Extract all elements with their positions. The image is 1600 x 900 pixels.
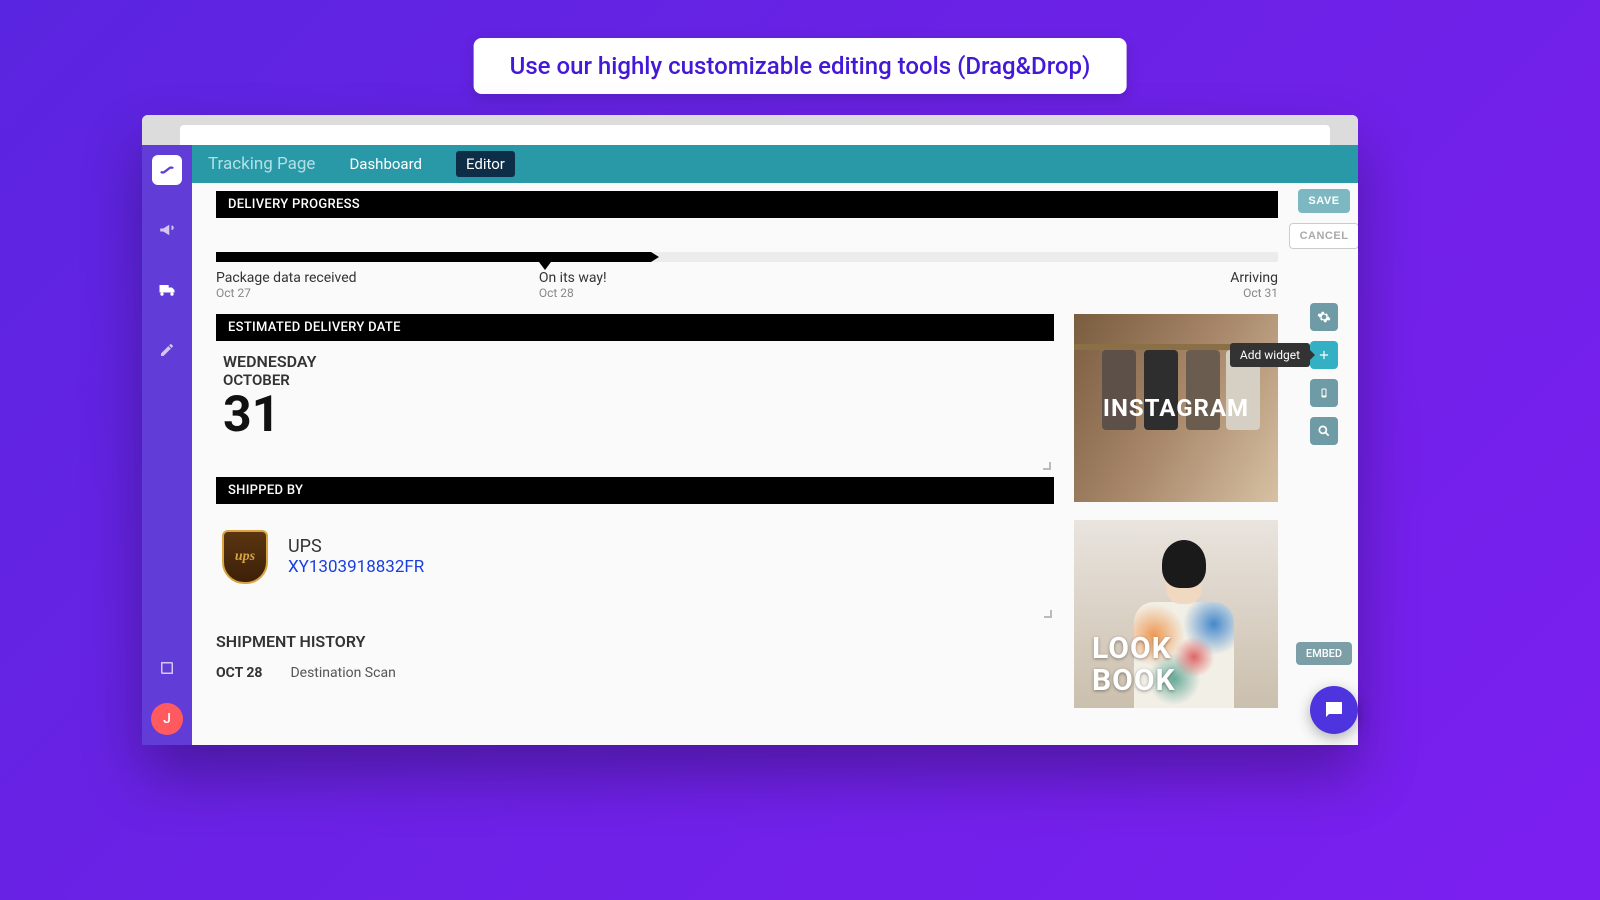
promo-banner: Use our highly customizable editing tool… <box>474 38 1127 94</box>
truck-icon[interactable] <box>152 275 182 305</box>
shipped-by-widget[interactable]: SHIPPED BY ups UPS XY1303918832FR <box>216 477 1054 620</box>
progress-bar <box>216 252 1278 264</box>
resize-handle-icon[interactable] <box>1043 462 1051 470</box>
app-window: J Tracking Page Dashboard Editor DELIVER… <box>142 115 1358 745</box>
instagram-promo-label: INSTAGRAM <box>1103 394 1249 422</box>
mobile-icon <box>1318 386 1330 400</box>
gear-icon <box>1317 310 1331 324</box>
editor-canvas[interactable]: DELIVERY PROGRESS Package data received … <box>192 183 1290 745</box>
delivery-progress-header: DELIVERY PROGRESS <box>216 191 1278 218</box>
plus-icon <box>1317 348 1331 362</box>
carrier-name: UPS <box>288 536 424 557</box>
intercom-chat-button[interactable] <box>1310 686 1358 734</box>
delivery-progress-widget[interactable]: DELIVERY PROGRESS Package data received … <box>216 191 1278 300</box>
shipment-history-header: SHIPMENT HISTORY <box>216 632 1054 651</box>
browser-tab[interactable] <box>180 125 1330 145</box>
cancel-button[interactable]: CANCEL <box>1289 223 1358 249</box>
history-row: OCT 28 Destination Scan <box>216 665 1054 681</box>
edd-day: 31 <box>223 389 1043 442</box>
chat-icon <box>1322 698 1346 722</box>
progress-step-transit: On its way! Oct 28 <box>539 270 607 300</box>
page-title: Tracking Page <box>208 154 315 174</box>
settings-button[interactable] <box>1310 303 1338 331</box>
tracking-number-link[interactable]: XY1303918832FR <box>288 557 424 577</box>
browser-tabstrip <box>142 115 1358 145</box>
tab-editor[interactable]: Editor <box>456 151 515 177</box>
sidebar: J <box>142 145 192 745</box>
edd-header: ESTIMATED DELIVERY DATE <box>216 314 1054 341</box>
progress-step-received: Package data received Oct 27 <box>216 270 357 300</box>
pencil-icon[interactable] <box>152 335 182 365</box>
edd-dayofweek: WEDNESDAY <box>223 352 1043 371</box>
search-icon <box>1317 424 1331 438</box>
ups-logo-icon: ups <box>222 530 268 584</box>
shipped-by-header: SHIPPED BY <box>216 477 1054 504</box>
progress-step-arriving: Arriving Oct 31 <box>1230 270 1278 300</box>
lookbook-promo-label: LOOK BOOK <box>1092 633 1176 696</box>
app-logo-icon[interactable] <box>152 155 182 185</box>
embed-button[interactable]: EMBED <box>1296 642 1352 665</box>
edd-month: OCTOBER <box>223 371 1043 389</box>
avatar[interactable]: J <box>151 703 183 735</box>
save-button[interactable]: SAVE <box>1298 189 1350 213</box>
mobile-preview-button[interactable] <box>1310 379 1338 407</box>
tab-dashboard[interactable]: Dashboard <box>339 151 432 177</box>
book-icon[interactable] <box>152 653 182 683</box>
edd-widget[interactable]: ESTIMATED DELIVERY DATE WEDNESDAY OCTOBE… <box>216 314 1054 473</box>
announce-icon[interactable] <box>152 215 182 245</box>
page-header: Tracking Page Dashboard Editor <box>192 145 1358 183</box>
search-button[interactable] <box>1310 417 1338 445</box>
lookbook-promo-widget[interactable]: LOOK BOOK <box>1074 520 1278 708</box>
tool-column: SAVE CANCEL Add widget <box>1290 183 1358 745</box>
resize-handle-icon[interactable] <box>1044 610 1052 618</box>
add-widget-tooltip: Add widget <box>1230 343 1310 367</box>
shipment-history-widget[interactable]: SHIPMENT HISTORY OCT 28 Destination Scan <box>216 632 1054 681</box>
